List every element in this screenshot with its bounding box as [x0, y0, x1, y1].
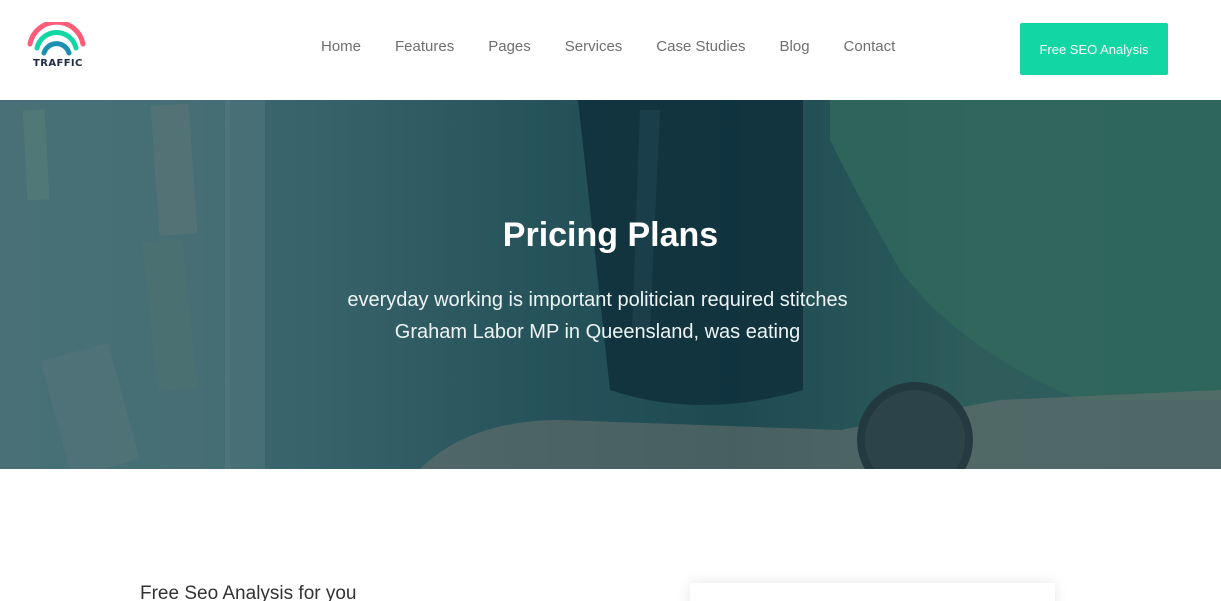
- wifi-arcs-icon: [27, 22, 86, 56]
- hero-banner: Pricing Plans everyday working is import…: [0, 100, 1221, 469]
- free-seo-analysis-button[interactable]: Free SEO Analysis: [1020, 23, 1168, 75]
- nav-pages[interactable]: Pages: [488, 38, 531, 55]
- nav-services[interactable]: Services: [565, 38, 623, 55]
- analysis-form-card: [690, 583, 1055, 601]
- hero-subtitle: everyday working is important politician…: [300, 284, 895, 348]
- nav-features[interactable]: Features: [395, 38, 454, 55]
- logo-text: TRAFFIC: [33, 58, 83, 69]
- main-nav: Home Features Pages Services Case Studie…: [304, 0, 929, 92]
- page-title: Pricing Plans: [502, 216, 719, 254]
- hero-subtitle-line-1: everyday working is important politician…: [347, 289, 848, 311]
- nav-home[interactable]: Home: [321, 38, 361, 55]
- nav-blog[interactable]: Blog: [780, 38, 810, 55]
- nav-contact[interactable]: Contact: [844, 38, 896, 55]
- section-title: Free Seo Analysis for you: [140, 583, 357, 601]
- hero-subtitle-line-2: Graham Labor MP in Queensland, was eatin…: [394, 321, 801, 343]
- nav-case-studies[interactable]: Case Studies: [656, 38, 745, 55]
- site-header: TRAFFIC Home Features Pages Services Cas…: [0, 0, 1221, 100]
- logo[interactable]: TRAFFIC: [26, 22, 88, 72]
